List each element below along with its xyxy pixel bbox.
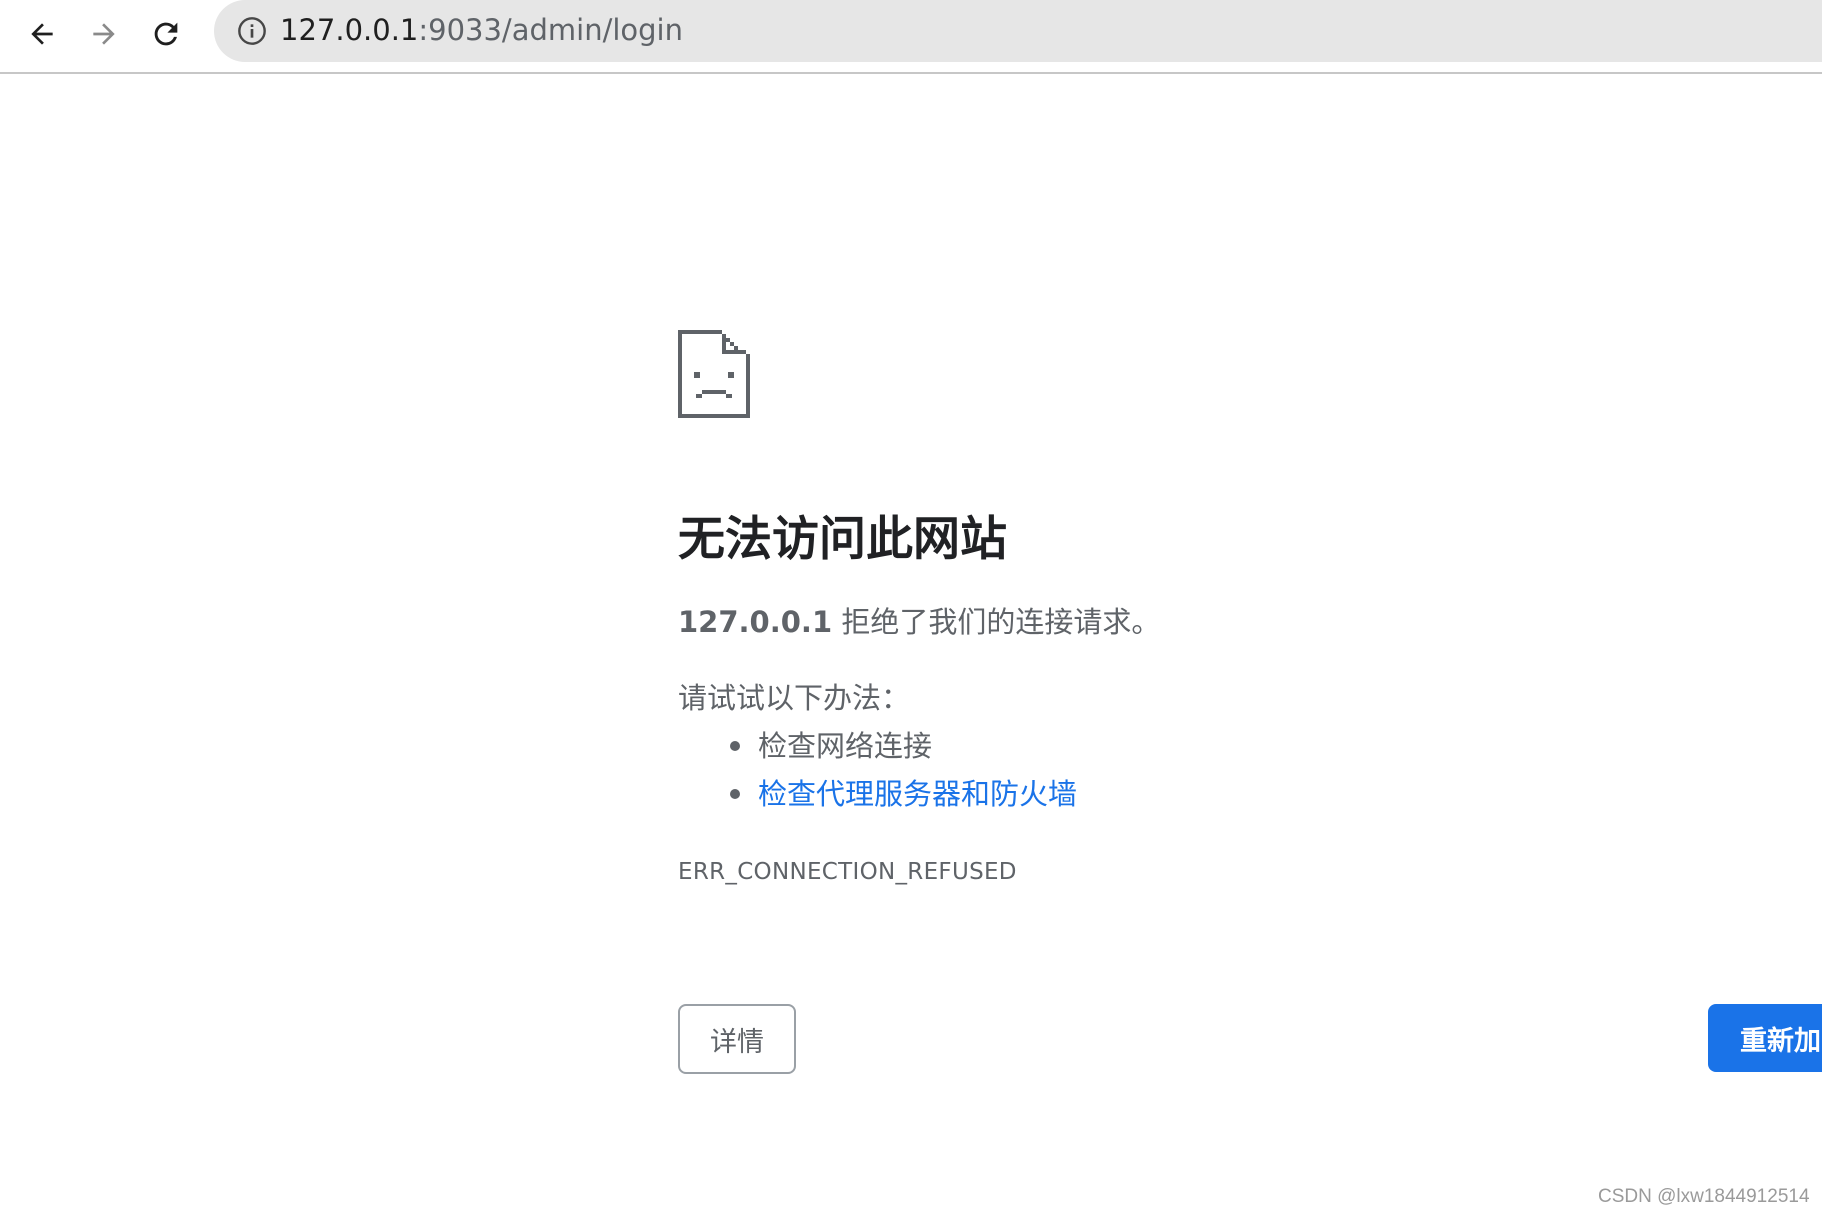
sad-page-icon — [678, 330, 750, 418]
browser-toolbar: 127.0.0.1:9033/admin/login — [0, 0, 1822, 74]
error-code: ERR_CONNECTION_REFUSED — [678, 859, 1017, 885]
info-icon[interactable] — [236, 15, 268, 47]
summary-host: 127.0.0.1 — [678, 605, 833, 639]
bullet-icon — [730, 789, 740, 799]
suggestion-check-proxy-link[interactable]: 检查代理服务器和防火墙 — [758, 777, 1077, 811]
error-page: 无法访问此网站 127.0.0.1 拒绝了我们的连接请求。 请试试以下办法： 检… — [678, 72, 1822, 1216]
suggestions-heading: 请试试以下办法： — [678, 681, 911, 715]
summary-text: 拒绝了我们的连接请求。 — [832, 605, 1161, 639]
arrow-right-icon — [93, 23, 115, 45]
suggestion-check-network: 检查网络连接 — [758, 729, 933, 763]
url-host: 127.0.0.1 — [280, 13, 419, 47]
watermark: CSDN @lxw1844912514 — [1598, 1186, 1810, 1207]
suggestions-list: 检查网络连接 检查代理服务器和防火墙 — [678, 722, 1077, 818]
page-title: 无法访问此网站 — [678, 512, 1007, 567]
address-bar[interactable]: 127.0.0.1:9033/admin/login — [214, 0, 1822, 62]
arrow-left-icon — [31, 23, 53, 45]
reload-page-button[interactable]: 重新加 — [1708, 1004, 1822, 1072]
forward-button[interactable] — [76, 6, 132, 62]
reload-icon — [154, 22, 178, 46]
list-item: 检查网络连接 — [678, 722, 1077, 770]
details-button[interactable]: 详情 — [678, 1004, 796, 1074]
url-path: :9033/admin/login — [418, 13, 683, 47]
error-summary: 127.0.0.1 拒绝了我们的连接请求。 — [678, 602, 1160, 642]
list-item[interactable]: 检查代理服务器和防火墙 — [678, 770, 1077, 818]
url-text[interactable]: 127.0.0.1:9033/admin/login — [280, 0, 683, 62]
bullet-icon — [730, 741, 740, 751]
reload-button[interactable] — [138, 6, 194, 62]
back-button[interactable] — [14, 6, 70, 62]
